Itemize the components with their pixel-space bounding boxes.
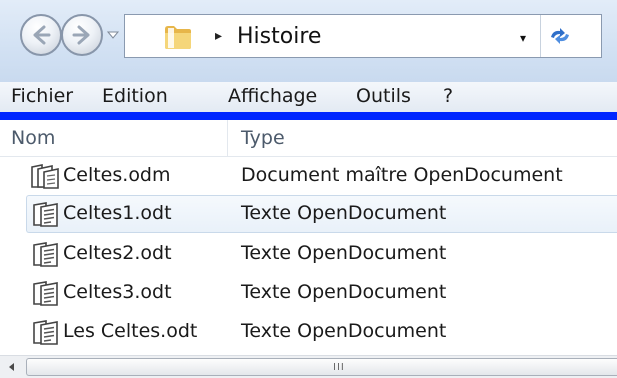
menu-bar: Fichier Edition Affichage Outils ? bbox=[0, 82, 617, 112]
file-name: Celtes.odm bbox=[63, 164, 171, 186]
file-type: Texte OpenDocument bbox=[241, 281, 447, 303]
forward-arrow-icon bbox=[72, 25, 90, 45]
address-bar[interactable]: ▸ Histoire ▾ bbox=[124, 14, 602, 58]
odt-text-document-icon bbox=[33, 281, 58, 306]
back-button[interactable] bbox=[20, 14, 62, 56]
chevron-down-icon bbox=[106, 31, 120, 39]
breadcrumb-separator[interactable]: ▸ bbox=[215, 28, 222, 44]
horizontal-scrollbar[interactable]: III bbox=[0, 355, 617, 378]
file-name: Celtes2.odt bbox=[63, 242, 172, 264]
menu-outils[interactable]: Outils bbox=[356, 85, 411, 107]
file-type: Texte OpenDocument bbox=[241, 242, 447, 264]
file-type: Texte OpenDocument bbox=[241, 320, 447, 342]
odt-text-document-icon bbox=[33, 242, 58, 267]
menu-fichier[interactable]: Fichier bbox=[11, 85, 73, 107]
file-name: Les Celtes.odt bbox=[63, 320, 198, 342]
address-area: ▸ Histoire ▾ bbox=[0, 0, 617, 82]
column-header-type[interactable]: Type bbox=[228, 120, 617, 156]
list-item[interactable]: Celtes.odm Document maître OpenDocument bbox=[0, 157, 617, 195]
file-name: Celtes3.odt bbox=[63, 281, 172, 303]
file-list: Celtes.odm Document maître OpenDocument … bbox=[0, 157, 617, 355]
file-name: Celtes1.odt bbox=[63, 202, 172, 224]
odt-text-document-icon bbox=[33, 202, 58, 227]
list-item[interactable]: Celtes3.odt Texte OpenDocument bbox=[0, 274, 617, 312]
refresh-button[interactable] bbox=[540, 15, 579, 57]
scrollbar-grip: III bbox=[333, 362, 345, 373]
breadcrumb-histoire[interactable]: Histoire bbox=[237, 24, 321, 49]
menu-affichage[interactable]: Affichage bbox=[228, 85, 317, 107]
odt-text-document-icon bbox=[33, 320, 58, 345]
list-item[interactable]: Les Celtes.odt Texte OpenDocument bbox=[0, 313, 617, 351]
folder-icon bbox=[165, 26, 191, 49]
file-type: Document maître OpenDocument bbox=[241, 164, 563, 186]
back-arrow-icon bbox=[33, 25, 51, 45]
column-header-nom-label: Nom bbox=[11, 127, 56, 149]
file-type: Texte OpenDocument bbox=[241, 202, 447, 224]
odm-master-document-icon bbox=[31, 164, 59, 189]
column-header-nom[interactable]: Nom bbox=[0, 120, 228, 156]
refresh-icon bbox=[551, 28, 569, 44]
chevron-left-icon bbox=[9, 363, 14, 371]
menu-help[interactable]: ? bbox=[443, 85, 453, 107]
scroll-left-button[interactable] bbox=[0, 356, 24, 378]
menu-edition[interactable]: Edition bbox=[102, 85, 168, 107]
column-header-type-label: Type bbox=[241, 127, 285, 149]
column-header-row: Nom Type bbox=[0, 120, 617, 157]
recent-pages-dropdown[interactable] bbox=[106, 28, 120, 42]
list-item-selected[interactable]: Celtes1.odt Texte OpenDocument bbox=[26, 195, 617, 233]
address-dropdown-icon[interactable]: ▾ bbox=[520, 31, 526, 45]
accent-divider bbox=[0, 112, 617, 120]
forward-button[interactable] bbox=[61, 14, 103, 56]
scrollbar-thumb[interactable]: III bbox=[26, 358, 617, 376]
list-item[interactable]: Celtes2.odt Texte OpenDocument bbox=[0, 235, 617, 273]
